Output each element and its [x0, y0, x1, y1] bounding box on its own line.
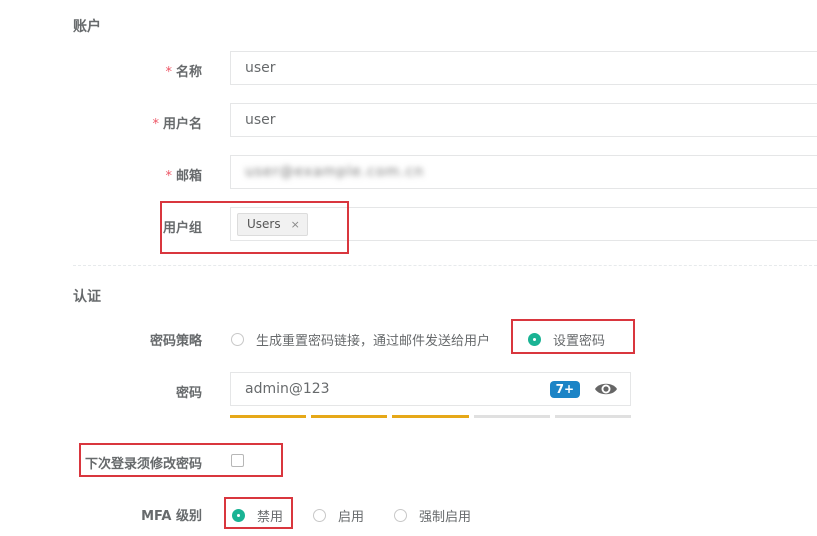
group-label: 用户组 — [162, 221, 202, 236]
radio-dot-selected[interactable] — [232, 509, 245, 522]
mfa-level-label: MFA 级别 — [141, 509, 202, 524]
strength-segment — [473, 415, 550, 418]
close-icon[interactable]: × — [291, 218, 300, 231]
radio-dot-selected[interactable] — [528, 333, 542, 346]
password-input[interactable]: admin@123 7+ — [230, 372, 631, 406]
radio-dot[interactable] — [231, 333, 244, 346]
section-divider — [73, 265, 817, 266]
radio-dot[interactable] — [394, 509, 408, 522]
password-policy-label: 密码策略 — [149, 334, 202, 349]
email-input[interactable]: user@example.com.cn — [230, 155, 817, 189]
group-select[interactable]: Users × — [230, 207, 817, 241]
strength-segment — [311, 415, 388, 418]
password-strength-meter — [230, 415, 632, 419]
radio-dot[interactable] — [313, 509, 327, 522]
required-mark: * — [165, 65, 172, 80]
force-change-checkbox[interactable] — [231, 454, 244, 467]
strength-segment — [230, 415, 307, 418]
email-value: user@example.com.cn — [245, 164, 425, 180]
radio-mfa-disabled[interactable]: 禁用 — [232, 506, 283, 525]
username-value: user — [245, 112, 276, 128]
password-value: admin@123 — [245, 381, 330, 397]
radio-send-reset-link[interactable]: 生成重置密码链接，通过邮件发送给用户 — [231, 330, 490, 349]
section-title-account: 账户 — [73, 19, 101, 35]
section-title-auth: 认证 — [73, 289, 101, 305]
strength-segment — [554, 415, 632, 418]
password-label: 密码 — [175, 386, 202, 401]
username-input[interactable]: user — [230, 103, 817, 137]
force-change-label: 下次登录须修改密码 — [84, 457, 202, 472]
required-mark: * — [165, 169, 172, 184]
mfa-level-radios: 禁用 启用 强制启用 — [232, 506, 471, 525]
radio-set-password[interactable]: 设置密码 — [528, 330, 605, 349]
password-policy-radios: 生成重置密码链接，通过邮件发送给用户 设置密码 — [231, 330, 605, 349]
name-input[interactable]: user — [230, 51, 817, 85]
strength-segment — [392, 415, 469, 418]
email-label: * 邮箱 — [165, 169, 202, 184]
required-mark: * — [152, 117, 159, 132]
group-tag: Users × — [237, 212, 308, 236]
password-length-badge: 7+ — [549, 381, 580, 398]
name-label: * 名称 — [165, 65, 202, 80]
radio-mfa-enabled[interactable]: 启用 — [313, 506, 364, 525]
name-value: user — [245, 60, 276, 76]
eye-icon[interactable] — [594, 379, 618, 399]
username-label: * 用户名 — [152, 117, 202, 132]
radio-mfa-forced[interactable]: 强制启用 — [394, 506, 471, 525]
group-tag-label: Users — [247, 217, 281, 231]
